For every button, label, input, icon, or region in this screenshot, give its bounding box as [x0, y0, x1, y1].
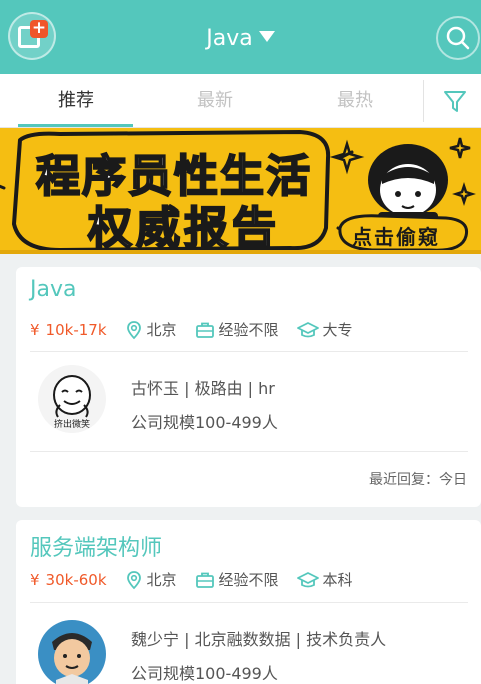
- dropdown-triangle-icon: [258, 31, 275, 42]
- avatar[interactable]: [38, 620, 106, 684]
- search-icon: [446, 26, 470, 50]
- job-title: 服务端架构师: [30, 536, 163, 561]
- salary: 30k-60k: [45, 570, 107, 589]
- promo-banner[interactable]: 程序员性生活 权威报告 点击偷窥: [0, 128, 481, 254]
- divider: [30, 602, 468, 603]
- active-tab-indicator: [18, 124, 133, 127]
- job-card[interactable]: 服务端架构师 ¥30k-60k 北京 经验不限 本科 魏少宁 | 北京融数数据 | 技…: [16, 520, 481, 684]
- tab-recommended[interactable]: 推荐: [16, 74, 136, 128]
- avatar-caption: 挤出微笑: [53, 420, 90, 430]
- app-screen: + Java 推荐 最新 最热 程序员性生活 权威报告 点击偷窥 Java ¥ …: [0, 0, 481, 684]
- top-bar: + Java: [0, 0, 481, 74]
- search-button[interactable]: [436, 16, 480, 60]
- tab-bar: 推荐 最新 最热: [0, 74, 481, 128]
- salary: 10k-17k: [45, 320, 107, 339]
- experience: 经验不限: [218, 571, 279, 589]
- divider: [30, 451, 468, 452]
- job-title: Java: [30, 277, 77, 302]
- tab-divider: [423, 80, 424, 122]
- job-card[interactable]: Java ¥10k-17k 北京 经验不限 大专 挤出微笑 古怀玉 | 极路由 | h…: [16, 267, 481, 507]
- last-reply: 最近回复：今日: [369, 472, 467, 488]
- yuan-icon: ¥: [30, 570, 40, 589]
- banner-headline-2: 权威报告: [87, 202, 280, 254]
- recruiter-info: 古怀玉 | 极路由 | hr: [131, 379, 275, 398]
- company-size: 公司规模100-499人: [131, 664, 278, 683]
- filter-button[interactable]: [437, 86, 471, 116]
- filter-icon: [444, 91, 466, 112]
- location-icon: [126, 320, 141, 339]
- tab-latest[interactable]: 最新: [155, 74, 275, 128]
- graduation-cap-icon: [296, 321, 319, 337]
- education: 大专: [322, 321, 353, 339]
- briefcase-icon: [195, 572, 214, 588]
- recruiter-info: 魏少宁 | 北京融数数据 | 技术负责人: [131, 630, 387, 649]
- yuan-icon: ¥: [30, 320, 40, 339]
- briefcase-icon: [195, 322, 214, 338]
- page-title: Java: [206, 26, 253, 51]
- city: 北京: [146, 321, 177, 339]
- tab-hottest[interactable]: 最热: [295, 74, 415, 128]
- company-size: 公司规模100-499人: [131, 413, 278, 432]
- job-meta: ¥10k-17k 北京 经验不限 大专: [30, 319, 353, 341]
- city: 北京: [146, 571, 177, 589]
- location-icon: [126, 570, 141, 589]
- banner-tag: 点击偷窥: [352, 225, 440, 249]
- divider: [30, 351, 468, 352]
- graduation-cap-icon: [296, 571, 319, 587]
- experience: 经验不限: [218, 321, 279, 339]
- avatar[interactable]: 挤出微笑: [38, 365, 106, 433]
- cartoon-man-avatar: [52, 633, 92, 684]
- category-selector[interactable]: Java: [0, 26, 481, 51]
- education: 本科: [322, 571, 353, 589]
- job-meta: ¥30k-60k 北京 经验不限 本科: [30, 569, 353, 591]
